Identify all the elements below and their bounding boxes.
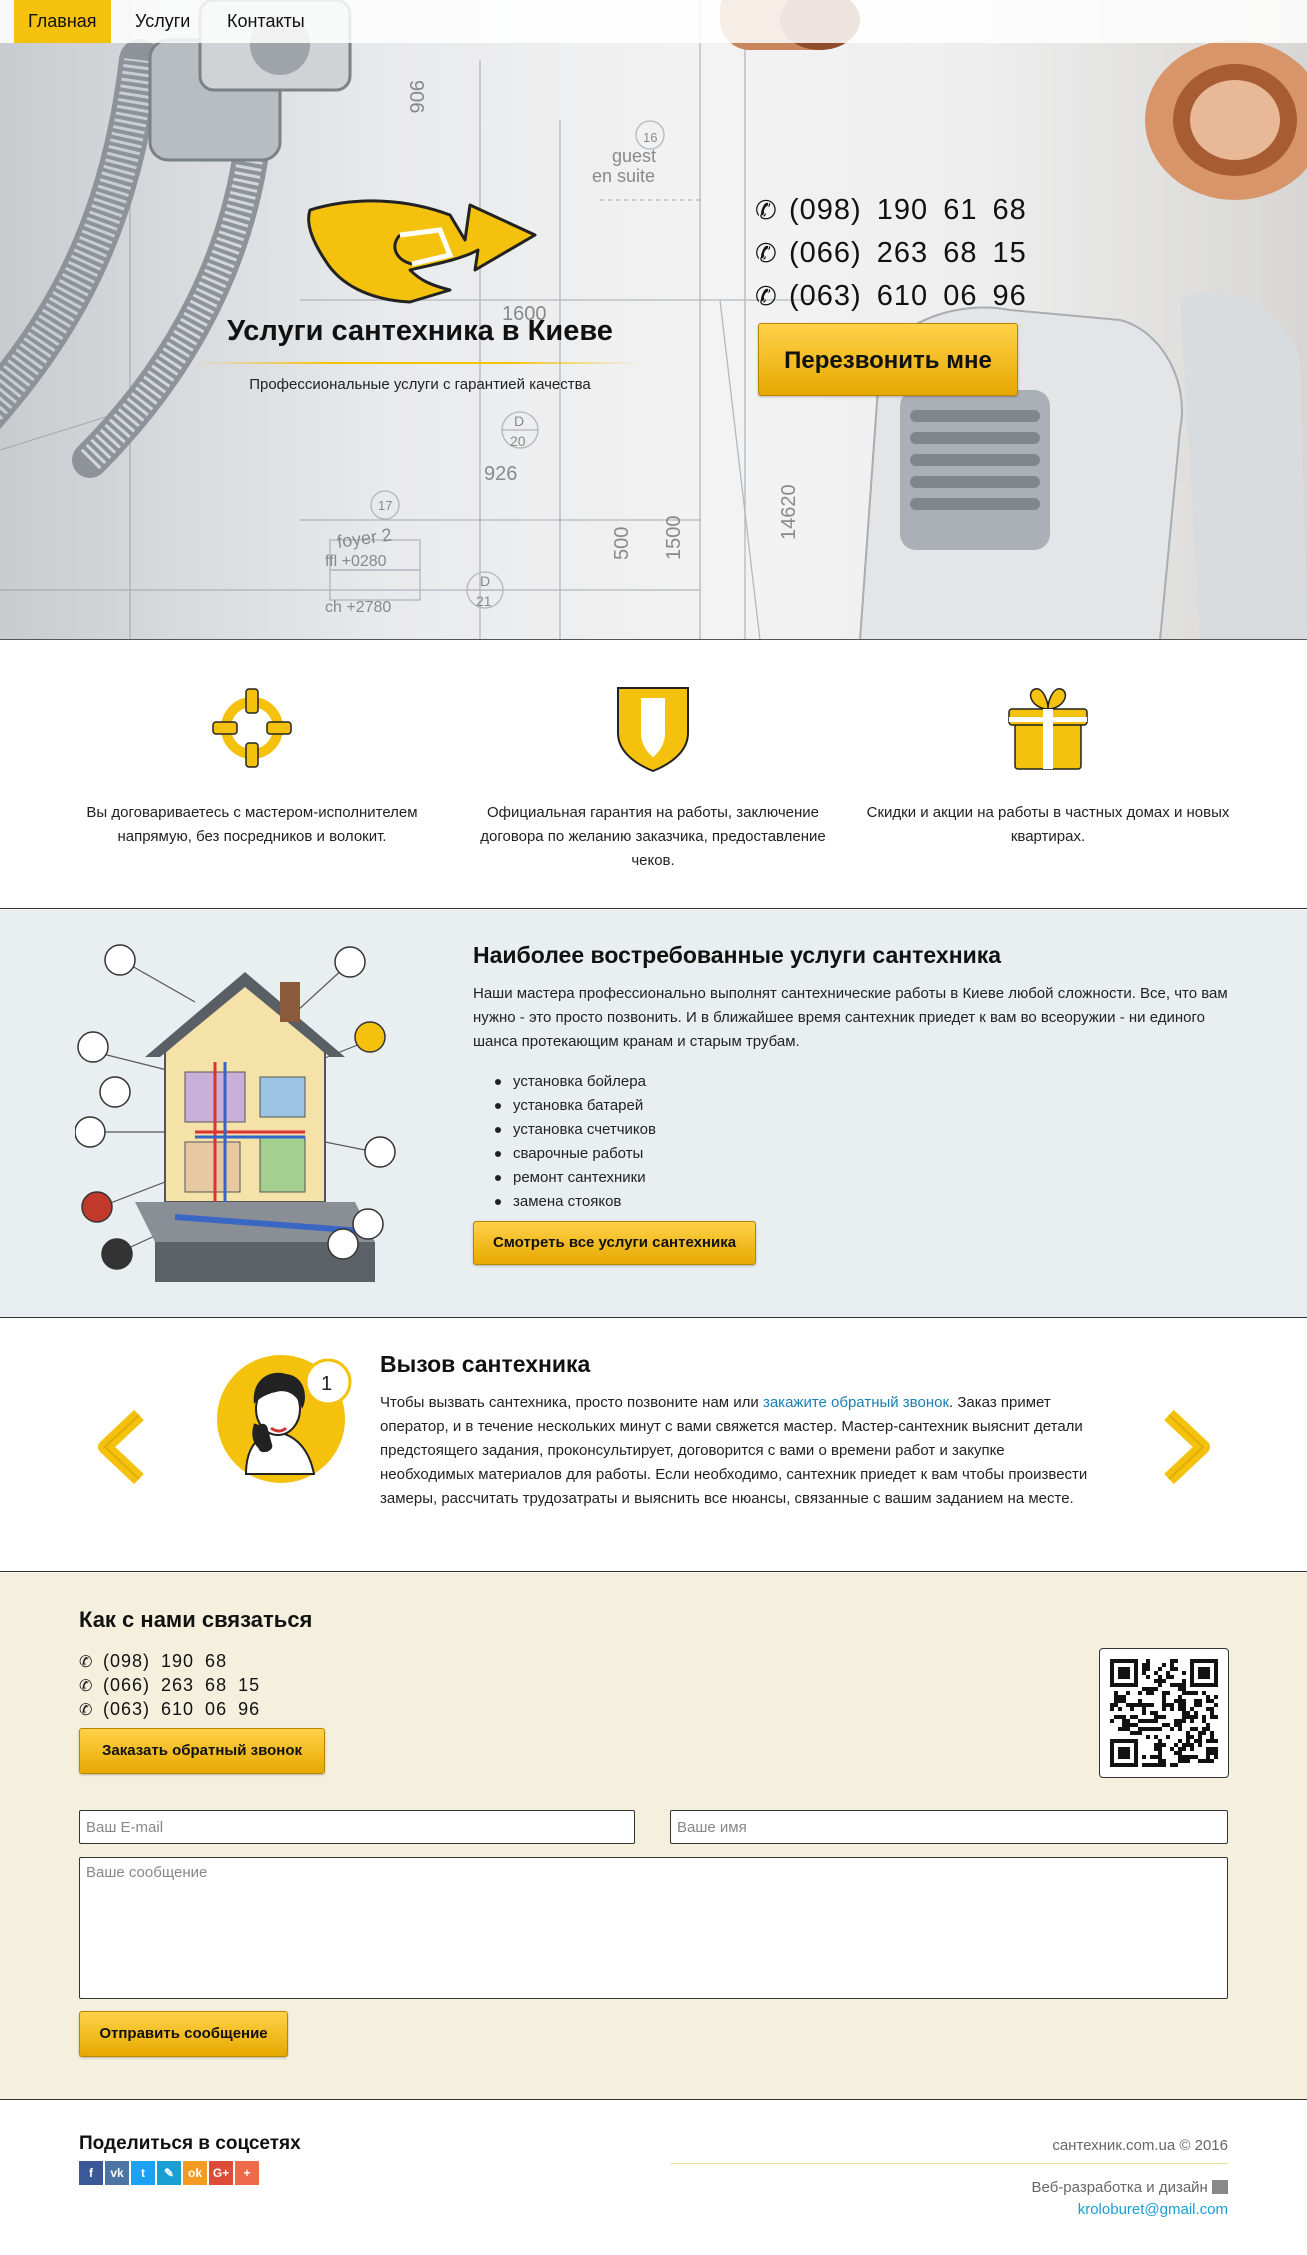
developer-email-link[interactable]: kroloburet@gmail.com [1078,2201,1228,2218]
phone-icon: ✆ [79,1654,94,1671]
contacts-title: Как с нами связаться [79,1607,313,1632]
drawing-label: 906 [405,80,427,113]
call-title: Вызов сантехника [380,1351,591,1377]
order-callback-link[interactable]: закажите обратный звонок [763,1394,949,1411]
drawing-label: D [480,573,490,589]
hero-section: 906 16 guest en suite 1600 D 20 926 17 f… [0,0,1307,640]
google-plus-icon[interactable]: G+ [209,2161,233,2185]
developer-logo-icon [1212,2180,1228,2194]
chevron-left-icon[interactable] [95,1409,145,1485]
slide-number-badge: 1 [321,1373,332,1395]
hero-phone-number: (066) 263 68 15 [789,237,1027,269]
contacts-section: Как с нами связаться ✆ (098) 190 68 ✆ (066… [0,1573,1307,2100]
facebook-icon[interactable]: f [79,2161,103,2185]
footer-divider [670,2163,1228,2164]
drawing-label: 21 [476,593,492,609]
message-field[interactable] [79,1857,1228,1999]
features-section: Вы договариваетесь с мастером-исполнител… [0,641,1307,909]
hero-phone-3[interactable]: ✆ (063) 610 06 96 [755,276,1027,316]
phone-icon: ✆ [79,1702,94,1719]
hero-title-underline [195,362,640,364]
all-services-button[interactable]: Смотреть все услуги сантехника [473,1221,756,1265]
copyright: сантехник.com.ua © 2016 [1052,2137,1228,2154]
list-item: установка батарей [490,1094,656,1118]
qr-code [1099,1648,1229,1778]
hero-title: Услуги сантехника в Киеве [227,315,613,347]
drawing-label: 17 [378,498,392,513]
send-message-button[interactable]: Отправить сообщение [79,2011,288,2057]
gift-icon [1008,688,1088,770]
phone-icon: ✆ [79,1678,94,1695]
drawing-label: guest [612,146,656,166]
drawing-label: D [514,413,524,429]
call-plumber-section: 1 Вызов сантехника Чтобы вызвать сантехн… [0,1319,1307,1572]
drawing-label: 20 [510,433,526,449]
list-item: установка бойлера [490,1070,656,1094]
services-section: Наиболее востребованные услуги сантехник… [0,910,1307,1318]
woman-on-phone-illustration: 1 [217,1355,352,1483]
contact-phone-3[interactable]: ✆ (063) 610 06 96 [79,1697,260,1723]
phone-icon: ✆ [755,281,778,311]
phone-icon: ✆ [755,238,778,268]
hero-phone-number: (063) 610 06 96 [789,280,1027,312]
odnoklassniki-icon[interactable]: ok [183,2161,207,2185]
top-navigation: Главная Услуги Контакты [0,0,1307,43]
drawing-label: en suite [592,166,655,186]
list-item: сварочные работы [490,1142,656,1166]
phone-icon: ✆ [755,195,778,225]
services-list: установка бойлера установка батарей уста… [490,1070,656,1214]
livejournal-icon[interactable]: ✎ [157,2161,181,2185]
hero-phone-number: (098) 190 61 68 [789,194,1027,226]
feature-text: Скидки и акции на работы в частных домах… [866,804,1230,845]
name-field[interactable] [670,1810,1228,1844]
list-item: установка счетчиков [490,1118,656,1142]
call-text-start: Чтобы вызвать сантехника, просто позвони… [380,1394,763,1411]
contact-phone-number: (063) 610 06 96 [103,1699,261,1719]
drawing-label: ch +2780 [325,599,391,616]
call-description: Чтобы вызвать сантехника, просто позвони… [380,1391,1100,1511]
contact-phone-1[interactable]: ✆ (098) 190 68 [79,1649,227,1675]
hero-phone-1[interactable]: ✆ (098) 190 61 68 [755,190,1027,230]
services-title: Наиболее востребованные услуги сантехник… [473,942,1002,968]
drawing-label: ffl +0280 [325,553,387,570]
nav-item-home[interactable]: Главная [14,0,111,43]
callback-button[interactable]: Перезвонить мне [758,323,1018,396]
house-plumbing-illustration [75,944,396,1282]
twitter-icon[interactable]: t [131,2161,155,2185]
footer: Поделиться в соцсетях f vk t ✎ ok G+ + сантехн… [0,2101,1307,2255]
qr-code-image [1110,1659,1218,1767]
services-description: Наши мастера профессионально выполнят са… [473,985,1228,1050]
contact-phone-number: (098) 190 68 [103,1651,228,1671]
drawing-label: 16 [643,130,657,145]
shield-icon [617,687,689,773]
share-title: Поделиться в соцсетях [79,2133,301,2154]
developer-text: Веб-разработка и дизайн [1031,2179,1208,2196]
contact-phone-2[interactable]: ✆ (066) 263 68 15 [79,1673,260,1699]
drawing-label: 500 [611,527,633,560]
drawing-label: 14620 [778,484,800,540]
email-field[interactable] [79,1810,635,1844]
crosshair-icon [212,688,292,768]
feature-text: Официальная гарантия на работы, заключен… [480,804,826,869]
nav-item-services[interactable]: Услуги [121,0,204,43]
drawing-label: 1500 [663,516,685,561]
drawing-label: 926 [484,463,517,485]
developer-label: Веб-разработка и дизайн [1032,2179,1228,2196]
more-icon[interactable]: + [235,2161,259,2185]
logo-hand-arrow [307,199,537,304]
vk-icon[interactable]: vk [105,2161,129,2185]
hero-subtitle: Профессиональные услуги с гарантией каче… [249,376,591,393]
list-item: ремонт сантехники [490,1166,656,1190]
list-item: замена стояков [490,1190,656,1214]
feature-text: Вы договариваетесь с мастером-исполнител… [86,804,418,845]
chevron-right-icon[interactable] [1163,1409,1213,1485]
contact-phone-number: (066) 263 68 15 [103,1675,261,1695]
drawing-label: foyer 2 [336,524,393,551]
nav-item-contacts[interactable]: Контакты [213,0,319,43]
hero-phone-2[interactable]: ✆ (066) 263 68 15 [755,233,1027,273]
order-callback-button[interactable]: Заказать обратный звонок [79,1728,325,1774]
